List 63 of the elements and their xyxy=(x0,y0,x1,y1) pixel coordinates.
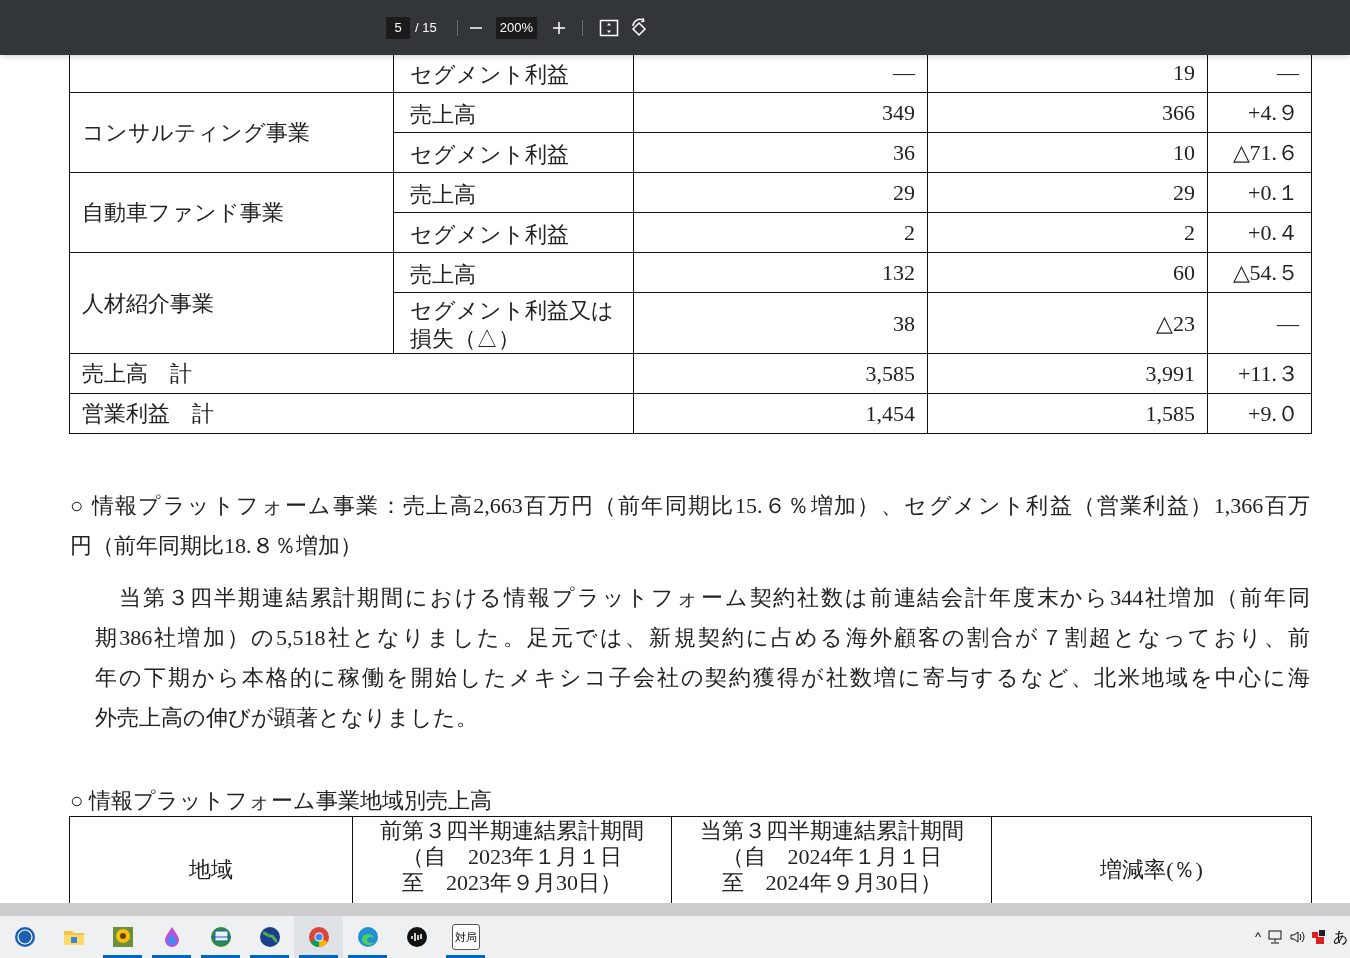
table-cell: 1,454 xyxy=(633,393,928,434)
table-cell: 3,991 xyxy=(927,353,1208,394)
table-cell: 売上高 xyxy=(393,92,634,133)
table-cell: 132 xyxy=(633,252,928,293)
zoom-in-button[interactable] xyxy=(551,19,568,36)
table-cell: セグメント利益 xyxy=(393,212,634,253)
table-cell: 29 xyxy=(633,172,928,213)
table-cell: セグメント利益 xyxy=(393,132,634,173)
column-header: 当第３四半期連結累計期間 （自 2024年１月１日 至 2024年９月30日） xyxy=(698,817,965,896)
speaker-icon[interactable] xyxy=(1289,930,1305,944)
table-cell: 自動車ファンド事業 xyxy=(69,172,394,253)
table-cell: 人材紹介事業 xyxy=(69,252,394,354)
table-cell: △23 xyxy=(927,292,1208,354)
table-cell: +4.９ xyxy=(1207,92,1312,133)
table-cell: セグメント利益又は損失（△） xyxy=(393,292,634,354)
column-header: 前第３四半期連結累計期間 （自 2023年１月１日 至 2023年９月30日） xyxy=(379,817,645,896)
paragraph: ○ 情報プラットフォーム事業：売上高2,663百万円（前年同期比15.６％増加）、セグメント利益（営業利益）1,366百万 円（前年同期比18.８％増加） xyxy=(70,492,1310,560)
table-cell: — xyxy=(1207,292,1312,354)
table-cell: 営業利益 計 xyxy=(69,393,634,434)
table-cell: 3,585 xyxy=(633,353,928,394)
column-header: 地域 xyxy=(188,856,234,883)
fit-page-button[interactable] xyxy=(598,17,619,38)
zoom-field[interactable]: 200% xyxy=(495,16,537,39)
minus-icon xyxy=(469,26,482,29)
table-cell: 2 xyxy=(927,212,1208,253)
table-cell: 10 xyxy=(927,132,1208,173)
fit-page-icon xyxy=(598,18,619,37)
page-number-field[interactable]: 5 xyxy=(386,16,410,39)
paragraph: 当第３四半期連結累計期間における情報プラットフォーム契約社数は前連結会計年度末から344社増加（前年同 期386社増加）の5,518社となりました。足元では、新規契約に占める海外顧客の割合が７割超となっており、前 年の下期から本格的に稼働を開始したメキシコ子会社の契約獲得が社数増に寄与するなど、北米地域を中心に海 外売上高の伸びが顕著となりました。 xyxy=(95,584,1310,732)
table-cell: 38 xyxy=(633,292,928,354)
globe-icon xyxy=(208,925,233,949)
table-cell: +9.０ xyxy=(1207,393,1312,434)
plus-icon xyxy=(551,20,566,35)
scrollbar[interactable] xyxy=(0,903,1350,916)
table-cell: 売上高 計 xyxy=(69,353,634,394)
table-cell: 売上高 xyxy=(393,172,634,213)
table-cell: +0.４ xyxy=(1207,212,1312,253)
table-cell: 366 xyxy=(927,92,1208,133)
table-cell: 29 xyxy=(927,172,1208,213)
table-cell: コンサルティング事業 xyxy=(69,92,394,173)
column-header: 増減率(％) xyxy=(1099,856,1204,883)
table-cell: 2 xyxy=(633,212,928,253)
bars-icon xyxy=(404,925,429,949)
globe-icon xyxy=(257,925,282,949)
table-cell: +0.１ xyxy=(1207,172,1312,213)
taskbar-button[interactable]: 対局 xyxy=(441,916,490,958)
section-heading: ○ 情報プラットフォーム事業地域別売上高 xyxy=(70,787,493,815)
table-cell: +11.３ xyxy=(1207,353,1312,394)
table-cell: 売上高 xyxy=(393,252,634,293)
table-cell: △54.５ xyxy=(1207,252,1312,293)
page-count: / 15 xyxy=(415,18,437,37)
table-cell: 60 xyxy=(927,252,1208,293)
network-icon[interactable] xyxy=(1267,930,1283,944)
table-cell: △71.６ xyxy=(1207,132,1312,173)
chrome-icon xyxy=(306,925,331,949)
show-hidden-icons[interactable]: ^ xyxy=(1254,927,1261,947)
table-cell: 349 xyxy=(633,92,928,133)
app-tray-icon[interactable] xyxy=(1311,929,1327,945)
table-cell: 36 xyxy=(633,132,928,173)
edge-icon xyxy=(355,925,380,949)
ime-indicator[interactable]: あ xyxy=(1333,925,1350,949)
table-cell: 1,585 xyxy=(927,393,1208,434)
sunflower-icon xyxy=(110,925,135,949)
